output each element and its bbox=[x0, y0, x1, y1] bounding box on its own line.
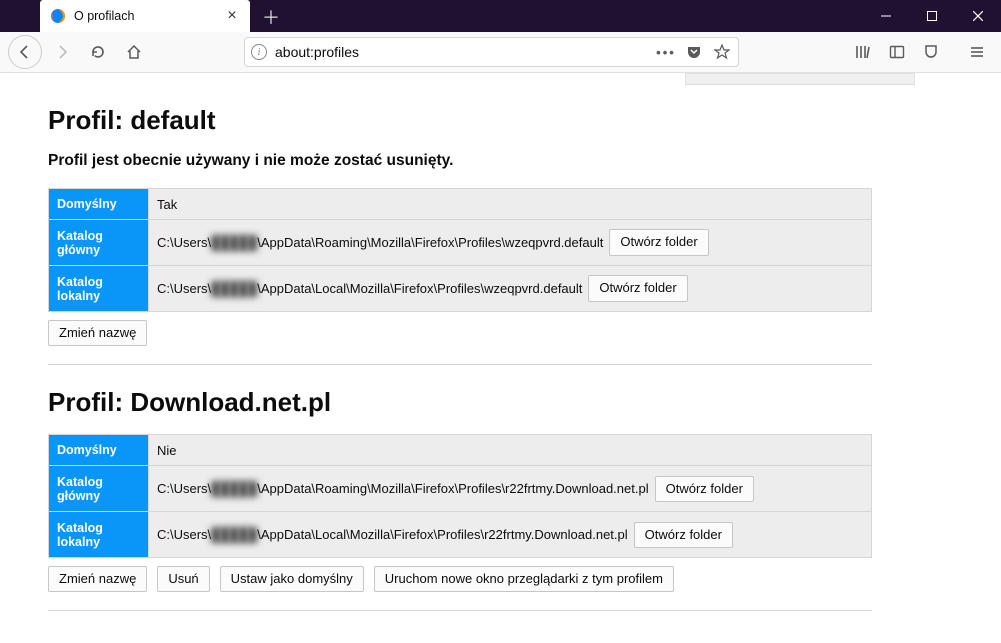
open-folder-button[interactable]: Otwórz folder bbox=[634, 522, 733, 548]
close-window-button[interactable] bbox=[955, 0, 1001, 32]
open-folder-button[interactable]: Otwórz folder bbox=[588, 275, 687, 301]
viewport[interactable]: Profil: default Profil jest obecnie używ… bbox=[0, 73, 1001, 643]
forward-button bbox=[46, 36, 78, 68]
table-row: Domyślny Nie bbox=[49, 435, 872, 466]
profile-table: Domyślny Tak Katalog główny C:\Users\███… bbox=[48, 188, 872, 312]
table-row: Domyślny Tak bbox=[49, 189, 872, 220]
table-row: Katalog główny C:\Users\█████\AppData\Ro… bbox=[49, 466, 872, 512]
toolbar: i about:profiles ••• bbox=[0, 32, 1001, 73]
row-label-default: Domyślny bbox=[49, 435, 149, 466]
window-controls bbox=[863, 0, 1001, 32]
profile-buttons: Zmień nazwę Usuń Ustaw jako domyślny Uru… bbox=[48, 566, 872, 592]
tab-title: O profilach bbox=[74, 9, 216, 23]
maximize-button[interactable] bbox=[909, 0, 955, 32]
row-value-rootdir: C:\Users\█████\AppData\Roaming\Mozilla\F… bbox=[149, 220, 872, 266]
row-value-rootdir: C:\Users\█████\AppData\Roaming\Mozilla\F… bbox=[149, 466, 872, 512]
minimize-button[interactable] bbox=[863, 0, 909, 32]
path-text: C:\Users\█████\AppData\Roaming\Mozilla\F… bbox=[157, 481, 649, 496]
bookmark-star-icon[interactable] bbox=[712, 42, 732, 62]
url-text: about:profiles bbox=[275, 44, 648, 60]
firefox-icon bbox=[50, 8, 66, 24]
row-label-rootdir: Katalog główny bbox=[49, 220, 149, 266]
launch-profile-button[interactable]: Uruchom nowe okno przeglądarki z tym pro… bbox=[374, 566, 674, 592]
row-value-default: Tak bbox=[149, 189, 872, 220]
info-icon[interactable]: i bbox=[251, 44, 267, 60]
row-value-default: Nie bbox=[149, 435, 872, 466]
separator bbox=[48, 610, 872, 611]
row-label-rootdir: Katalog główny bbox=[49, 466, 149, 512]
close-icon[interactable]: × bbox=[224, 8, 240, 24]
table-row: Katalog lokalny C:\Users\█████\AppData\L… bbox=[49, 266, 872, 312]
tab-strip: O profilach × ＋ bbox=[40, 0, 286, 32]
path-text: C:\Users\█████\AppData\Local\Mozilla\Fir… bbox=[157, 527, 628, 542]
ublock-icon[interactable] bbox=[915, 36, 947, 68]
sidebar-icon[interactable] bbox=[881, 36, 913, 68]
new-tab-button[interactable]: ＋ bbox=[256, 2, 286, 32]
page-content: Profil: default Profil jest obecnie używ… bbox=[0, 73, 920, 643]
set-default-button[interactable]: Ustaw jako domyślny bbox=[220, 566, 364, 592]
page-actions-icon[interactable]: ••• bbox=[656, 42, 676, 62]
profile-table: Domyślny Nie Katalog główny C:\Users\███… bbox=[48, 434, 872, 558]
profile-title: Profil: Download.net.pl bbox=[48, 387, 872, 418]
profile-title: Profil: default bbox=[48, 105, 872, 136]
rename-button[interactable]: Zmień nazwę bbox=[48, 566, 147, 592]
menu-button[interactable] bbox=[961, 36, 993, 68]
url-bar[interactable]: i about:profiles ••• bbox=[244, 37, 739, 67]
open-folder-button[interactable]: Otwórz folder bbox=[655, 476, 754, 502]
table-row: Katalog główny C:\Users\█████\AppData\Ro… bbox=[49, 220, 872, 266]
pocket-icon[interactable] bbox=[684, 42, 704, 62]
row-label-default: Domyślny bbox=[49, 189, 149, 220]
table-row: Katalog lokalny C:\Users\█████\AppData\L… bbox=[49, 512, 872, 558]
row-value-localdir: C:\Users\█████\AppData\Local\Mozilla\Fir… bbox=[149, 512, 872, 558]
path-text: C:\Users\█████\AppData\Roaming\Mozilla\F… bbox=[157, 235, 603, 250]
back-button[interactable] bbox=[8, 35, 42, 69]
tab-active[interactable]: O profilach × bbox=[40, 0, 250, 32]
profile-buttons: Zmień nazwę bbox=[48, 320, 872, 346]
row-label-localdir: Katalog lokalny bbox=[49, 266, 149, 312]
row-value-localdir: C:\Users\█████\AppData\Local\Mozilla\Fir… bbox=[149, 266, 872, 312]
separator bbox=[48, 364, 872, 365]
delete-button[interactable]: Usuń bbox=[157, 566, 209, 592]
row-label-localdir: Katalog lokalny bbox=[49, 512, 149, 558]
reload-button[interactable] bbox=[82, 36, 114, 68]
path-text: C:\Users\█████\AppData\Local\Mozilla\Fir… bbox=[157, 281, 582, 296]
rename-button[interactable]: Zmień nazwę bbox=[48, 320, 147, 346]
profile-in-use-text: Profil jest obecnie używany i nie może z… bbox=[48, 152, 872, 170]
home-button[interactable] bbox=[118, 36, 150, 68]
library-icon[interactable] bbox=[847, 36, 879, 68]
partial-box bbox=[685, 73, 915, 85]
open-folder-button[interactable]: Otwórz folder bbox=[609, 229, 708, 255]
toolbar-right-icons bbox=[847, 36, 993, 68]
titlebar: O profilach × ＋ bbox=[0, 0, 1001, 32]
